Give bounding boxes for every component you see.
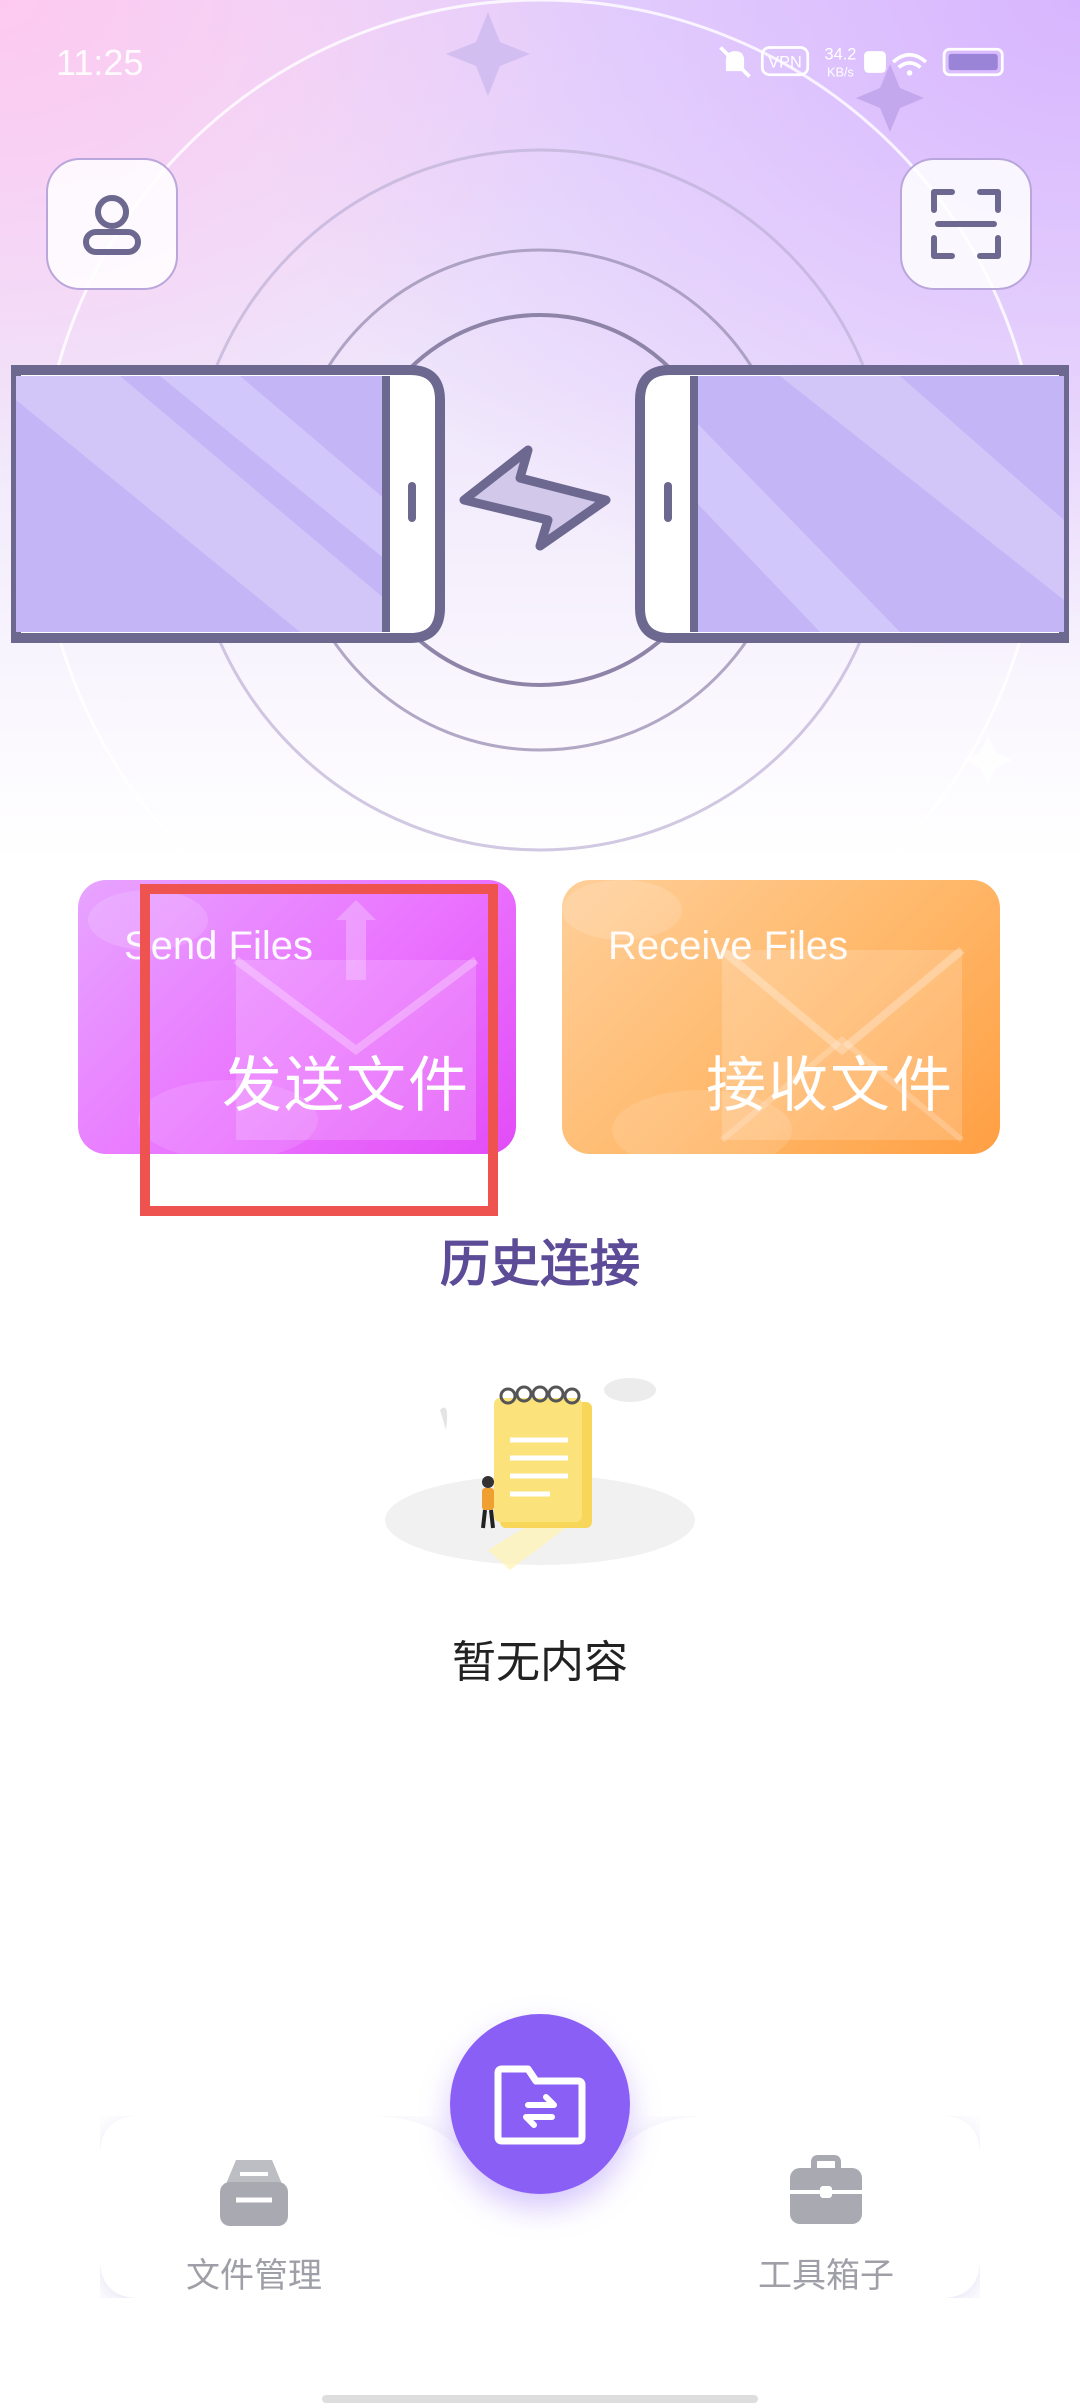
network-speed-unit: KB/s xyxy=(827,65,854,80)
nav-toolbox-label: 工具箱子 xyxy=(758,2256,894,2296)
mute-icon xyxy=(719,46,751,78)
folder-transfer-icon xyxy=(494,2065,586,2145)
status-bar: 11:25 VPN 34.2 KB/s xyxy=(0,30,1080,100)
status-icons: VPN 34.2 KB/s xyxy=(719,45,1004,80)
status-time: 11:25 xyxy=(56,42,144,83)
nav-file-manager[interactable]: 文件管理 xyxy=(144,2154,364,2297)
home-indicator xyxy=(322,2395,758,2403)
hero-illustration xyxy=(11,0,1069,1002)
profile-button[interactable] xyxy=(46,158,178,290)
nav-file-manager-label: 文件管理 xyxy=(186,2256,322,2296)
profile-icon xyxy=(83,195,141,255)
scan-icon xyxy=(931,189,1001,259)
vpn-label: VPN xyxy=(768,53,802,71)
battery-icon xyxy=(942,47,1004,77)
nav-toolbox[interactable]: 工具箱子 xyxy=(716,2154,936,2297)
receive-files-label-zh: 接收文件 xyxy=(706,1051,954,1121)
network-speed-value: 34.2 xyxy=(825,45,857,63)
hero-background xyxy=(0,0,1080,1002)
scan-button[interactable] xyxy=(900,158,1032,290)
right-phone-illustration xyxy=(635,365,1069,643)
left-phone-illustration xyxy=(11,365,445,643)
empty-notepad-illustration xyxy=(385,1378,695,1570)
history-title: 历史连接 xyxy=(440,1235,640,1293)
highlight-box xyxy=(140,884,498,1216)
file-tray-icon xyxy=(220,2160,288,2226)
toolbox-icon xyxy=(790,2155,862,2224)
receive-files-card[interactable]: Receive Files 接收文件 xyxy=(562,880,1000,1154)
receive-files-label-en: Receive Files xyxy=(608,924,849,968)
notification-icon xyxy=(864,51,886,73)
wifi-icon xyxy=(891,52,928,69)
transfer-fab-button[interactable] xyxy=(450,2014,630,2194)
empty-state-text: 暂无内容 xyxy=(452,1637,628,1688)
